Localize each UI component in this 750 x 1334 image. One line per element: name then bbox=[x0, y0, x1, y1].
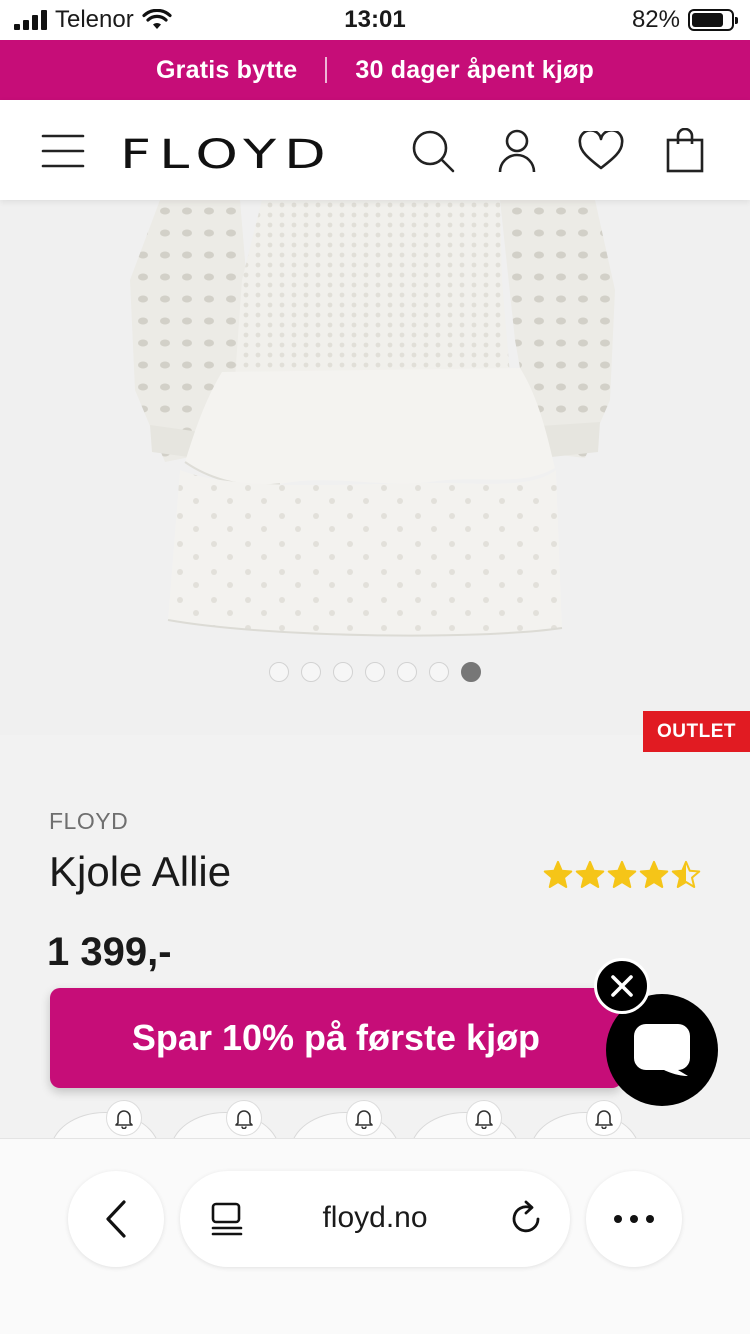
popup-close-icon[interactable] bbox=[594, 958, 650, 1014]
bell-icon[interactable] bbox=[466, 1100, 502, 1136]
discount-popup-text: Spar 10% på første kjøp bbox=[131, 1017, 541, 1058]
gallery-dot[interactable] bbox=[301, 662, 321, 682]
promo-bar: Gratis bytte 30 dager åpent kjøp bbox=[0, 40, 750, 100]
product-image[interactable] bbox=[0, 200, 750, 735]
more-icon[interactable] bbox=[586, 1171, 682, 1267]
gallery-dot[interactable] bbox=[429, 662, 449, 682]
heart-icon[interactable] bbox=[576, 126, 626, 176]
bell-icon[interactable] bbox=[586, 1100, 622, 1136]
promo-free-exchange: Gratis bytte bbox=[156, 55, 298, 84]
address-bar[interactable]: floyd.no bbox=[180, 1171, 570, 1267]
bell-icon[interactable] bbox=[226, 1100, 262, 1136]
star-icon bbox=[607, 860, 637, 888]
promo-open-purchase: 30 dager åpent kjøp bbox=[355, 55, 594, 84]
gallery-dot[interactable] bbox=[397, 662, 417, 682]
status-bar: Telenor 13:01 82% bbox=[0, 0, 750, 40]
dress-image bbox=[130, 200, 615, 637]
browser-toolbar: floyd.no bbox=[0, 1138, 750, 1334]
battery-icon bbox=[688, 9, 738, 31]
reload-icon[interactable] bbox=[508, 1199, 544, 1242]
promo-divider bbox=[325, 57, 328, 83]
product-price: 1 399,- bbox=[47, 930, 172, 974]
status-right: 82% bbox=[631, 6, 738, 34]
outlet-badge: OUTLET bbox=[643, 711, 750, 752]
search-icon[interactable] bbox=[408, 126, 458, 176]
star-icon bbox=[639, 860, 669, 888]
gallery-dot[interactable] bbox=[333, 662, 353, 682]
site-header: FLOYD bbox=[0, 100, 750, 200]
back-icon[interactable] bbox=[68, 1171, 164, 1267]
menu-icon[interactable] bbox=[38, 126, 88, 176]
star-icon bbox=[543, 860, 573, 888]
discount-popup[interactable]: Spar 10% på første kjøp bbox=[50, 988, 622, 1088]
star-icon bbox=[671, 860, 701, 888]
bell-icon[interactable] bbox=[106, 1100, 142, 1136]
battery-percent: 82% bbox=[631, 6, 680, 33]
gallery-dot[interactable] bbox=[461, 662, 481, 682]
floyd-logo[interactable]: FLOYD bbox=[120, 132, 334, 178]
account-icon[interactable] bbox=[492, 126, 542, 176]
gallery-dot[interactable] bbox=[365, 662, 385, 682]
bag-icon[interactable] bbox=[660, 126, 710, 176]
size-options bbox=[0, 1100, 750, 1192]
product-brand[interactable]: FLOYD bbox=[49, 808, 128, 835]
product-title: Kjole Allie bbox=[49, 848, 232, 895]
gallery-dots bbox=[0, 662, 750, 682]
bell-icon[interactable] bbox=[346, 1100, 382, 1136]
gallery-dot[interactable] bbox=[269, 662, 289, 682]
star-icon bbox=[575, 860, 605, 888]
rating-stars[interactable] bbox=[543, 860, 701, 890]
